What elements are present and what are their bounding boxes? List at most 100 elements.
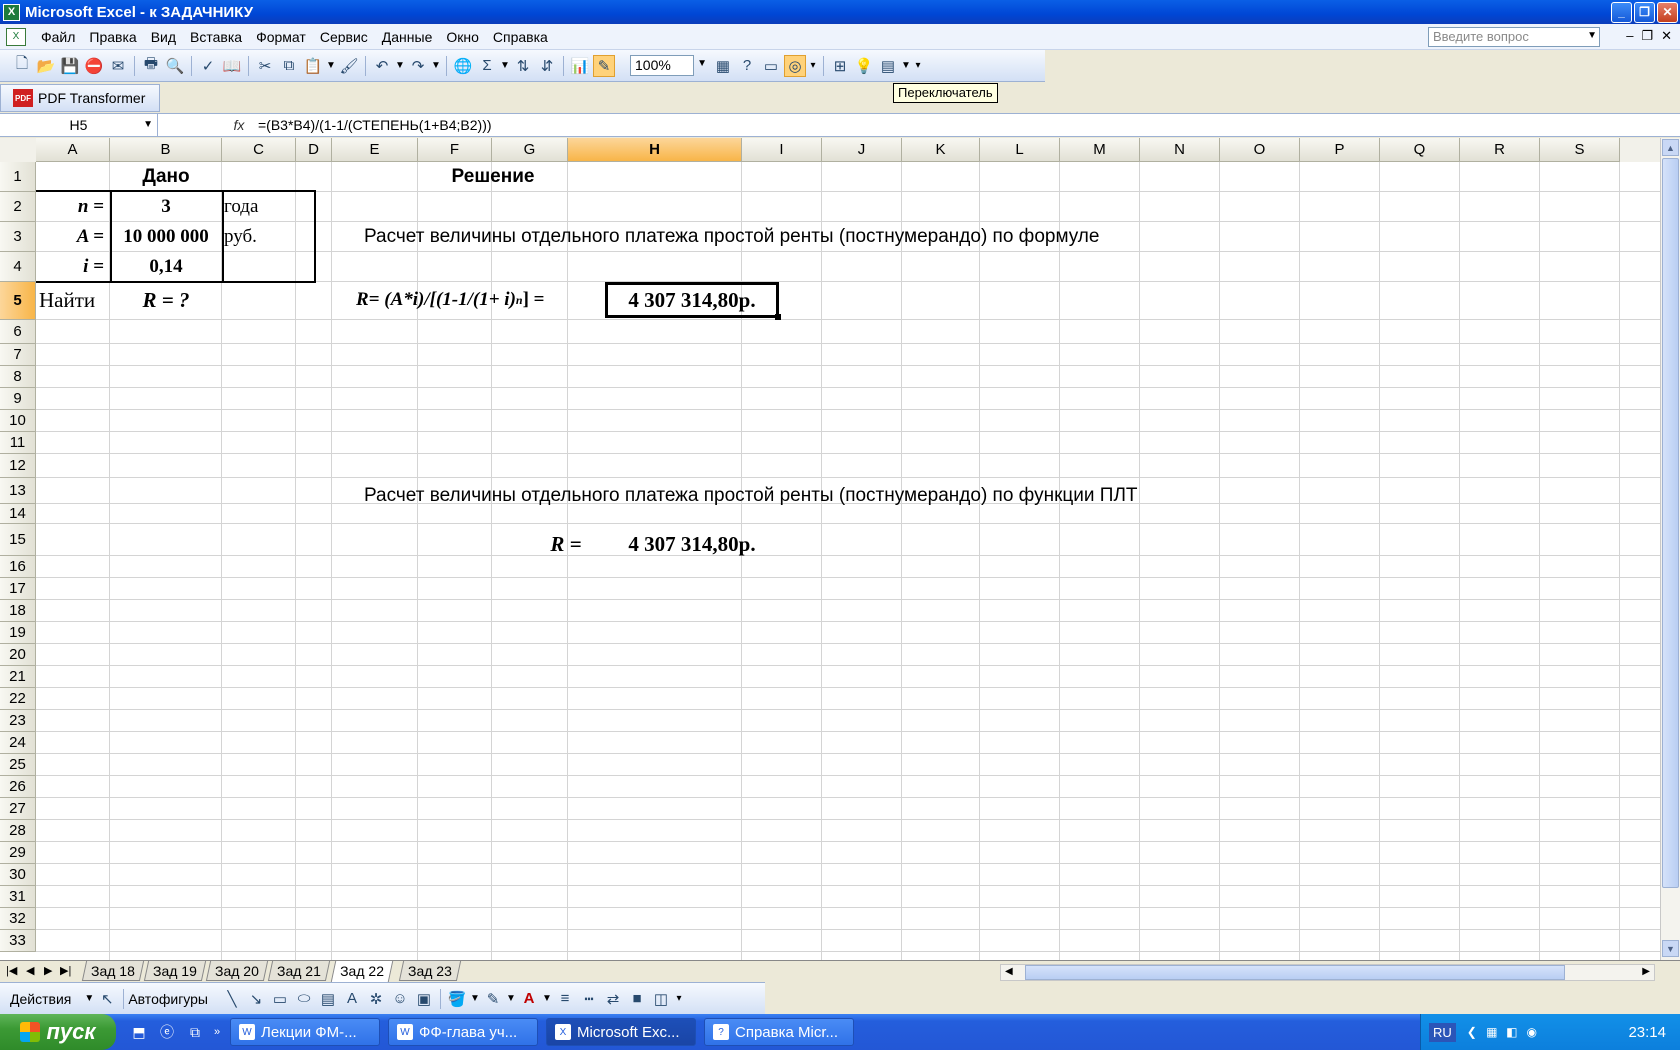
column-header-j[interactable]: J <box>822 138 902 162</box>
row-header-6[interactable]: 6 <box>0 320 36 344</box>
row-header-31[interactable]: 31 <box>0 886 36 908</box>
cell-c3[interactable]: руб. <box>222 222 296 252</box>
autosum-icon[interactable]: Σ <box>476 55 498 77</box>
table-icon[interactable]: ▤ <box>877 55 899 77</box>
last-sheet-icon[interactable]: ▶| <box>60 964 71 977</box>
dash-style-icon[interactable]: ┅ <box>578 988 600 1010</box>
cell-e3[interactable]: Расчет величины отдельного платежа прост… <box>364 222 1099 252</box>
row-header-22[interactable]: 22 <box>0 688 36 710</box>
chevron-down-icon[interactable]: ▼ <box>1587 30 1597 41</box>
first-sheet-icon[interactable]: |◀ <box>6 964 17 977</box>
toolbar-options-icon[interactable]: ▾ <box>808 55 818 77</box>
open-folder-icon[interactable]: 📂 <box>35 55 57 77</box>
sheet-tab-19[interactable]: Зад 19 <box>143 961 207 981</box>
chevron-down-icon[interactable]: ▼ <box>901 55 911 77</box>
language-indicator[interactable]: RU <box>1429 1022 1456 1042</box>
row-header-26[interactable]: 26 <box>0 776 36 798</box>
row-header-17[interactable]: 17 <box>0 578 36 600</box>
chevron-down-icon[interactable]: ▼ <box>143 114 153 136</box>
chevron-right-icon[interactable]: » <box>212 1021 222 1043</box>
picture-icon[interactable]: ▣ <box>413 988 435 1010</box>
column-header-q[interactable]: Q <box>1380 138 1460 162</box>
column-header-p[interactable]: P <box>1300 138 1380 162</box>
fill-color-icon[interactable]: 🪣 <box>446 988 468 1010</box>
chevron-down-icon[interactable]: ▼ <box>84 988 94 1010</box>
row-header-33[interactable]: 33 <box>0 930 36 952</box>
cell-b2[interactable]: 3 <box>110 192 222 222</box>
clock[interactable]: 23:14 <box>1628 1024 1666 1041</box>
zoom-select[interactable]: 100% ▼ <box>630 55 707 76</box>
new-file-icon[interactable]: 🗋 <box>11 55 33 77</box>
menu-format[interactable]: Формат <box>249 29 313 45</box>
pdf-transformer-label[interactable]: PDF Transformer <box>38 90 145 106</box>
spreadsheet-grid[interactable]: Дано Решение n = 3 года A = 10 000 000 р… <box>0 162 1660 960</box>
cell-f1[interactable]: Решение <box>418 162 568 192</box>
scroll-down-icon[interactable]: ▼ <box>1662 940 1679 957</box>
row-header-12[interactable]: 12 <box>0 454 36 478</box>
row-header-20[interactable]: 20 <box>0 644 36 666</box>
chevron-down-icon[interactable]: ▼ <box>506 988 516 1010</box>
vertical-scroll-thumb[interactable] <box>1662 158 1679 888</box>
sort-descending-icon[interactable]: ⇵ <box>536 55 558 77</box>
toolbar-options-icon[interactable]: ▾ <box>913 55 923 77</box>
row-header-13[interactable]: 13 <box>0 478 36 504</box>
show-desktop-icon[interactable]: ⬒ <box>128 1021 150 1043</box>
row-header-21[interactable]: 21 <box>0 666 36 688</box>
drawing-icon[interactable]: ✎ <box>593 54 615 77</box>
oval-icon[interactable]: ⬭ <box>293 988 315 1010</box>
menu-window[interactable]: Окно <box>439 29 486 45</box>
next-sheet-icon[interactable]: ▶ <box>44 964 52 977</box>
column-header-g[interactable]: G <box>492 138 568 162</box>
permission-icon[interactable]: ⛔ <box>83 55 105 77</box>
row-header-23[interactable]: 23 <box>0 710 36 732</box>
tray-chevron-icon[interactable]: ❮ <box>1464 1024 1480 1040</box>
chevron-down-icon[interactable]: ▼ <box>431 55 441 77</box>
doc-minimize-icon[interactable]: – <box>1626 28 1633 44</box>
task-excel-active[interactable]: X Microsoft Exc... <box>546 1018 696 1046</box>
cell-h5-active[interactable]: 4 307 314,80р. <box>605 282 779 318</box>
arrow-icon[interactable]: ↘ <box>245 988 267 1010</box>
row-header-3[interactable]: 3 <box>0 222 36 252</box>
column-header-i[interactable]: I <box>742 138 822 162</box>
column-header-m[interactable]: M <box>1060 138 1140 162</box>
paste-icon[interactable]: 📋 <box>302 55 324 77</box>
row-header-18[interactable]: 18 <box>0 600 36 622</box>
prev-sheet-icon[interactable]: ◀ <box>26 964 34 977</box>
shadow-icon[interactable]: ■ <box>626 988 648 1010</box>
fill-handle[interactable] <box>775 314 781 320</box>
chevron-down-icon[interactable]: ▼ <box>470 988 480 1010</box>
textbox-icon[interactable]: ▤ <box>317 988 339 1010</box>
calculator-icon[interactable]: ▦ <box>712 55 734 77</box>
chevron-down-icon[interactable]: ▼ <box>697 58 707 69</box>
row-header-4[interactable]: 4 <box>0 252 36 282</box>
row-header-9[interactable]: 9 <box>0 388 36 410</box>
sheet-tab-22-active[interactable]: Зад 22 <box>330 961 394 982</box>
doc-restore-icon[interactable]: ❐ <box>1641 28 1653 44</box>
row-header-16[interactable]: 16 <box>0 556 36 578</box>
cell-a4[interactable]: i = <box>36 252 110 282</box>
research-icon[interactable]: 📖 <box>221 55 243 77</box>
window-icon[interactable]: ▭ <box>760 55 782 77</box>
column-header-k[interactable]: K <box>902 138 980 162</box>
row-header-29[interactable]: 29 <box>0 842 36 864</box>
cell-b5[interactable]: R = ? <box>110 282 222 318</box>
vertical-scrollbar[interactable]: ▲ ▼ <box>1660 138 1680 960</box>
help-icon[interactable]: ? <box>736 55 758 77</box>
antivirus-icon[interactable]: ◉ <box>1524 1024 1540 1040</box>
cell-h15[interactable]: 4 307 314,80р. <box>605 531 779 557</box>
menu-data[interactable]: Данные <box>375 29 440 45</box>
column-header-o[interactable]: O <box>1220 138 1300 162</box>
scroll-right-icon[interactable]: ▶ <box>1642 966 1650 977</box>
toggle-icon[interactable]: ◎ <box>784 54 806 77</box>
tray-app-icon[interactable]: ◧ <box>1504 1024 1520 1040</box>
menu-edit[interactable]: Правка <box>82 29 143 45</box>
menu-file[interactable]: Файл <box>34 29 82 45</box>
menu-tools[interactable]: Сервис <box>313 29 375 45</box>
arrow-style-icon[interactable]: ⇄ <box>602 988 624 1010</box>
cell-b1[interactable]: Дано <box>110 162 222 192</box>
row-header-32[interactable]: 32 <box>0 908 36 930</box>
start-button[interactable]: пуск <box>0 1014 116 1050</box>
draw-actions-menu[interactable]: Действия <box>10 991 71 1007</box>
column-header-c[interactable]: C <box>222 138 296 162</box>
chevron-down-icon[interactable]: ▼ <box>326 55 336 77</box>
